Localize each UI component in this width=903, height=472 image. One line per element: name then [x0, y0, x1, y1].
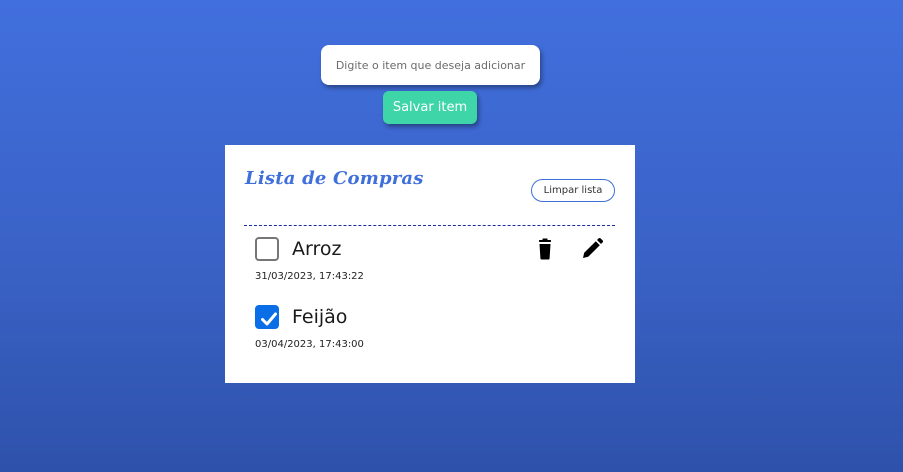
save-item-button[interactable]: Salvar item: [383, 91, 477, 124]
item-checkbox[interactable]: [255, 237, 279, 261]
item-date: 31/03/2023, 17:43:22: [255, 271, 364, 282]
shopping-list-card: Lista de Compras Limpar lista Arroz 31/0…: [225, 145, 635, 383]
item-input[interactable]: [321, 45, 540, 85]
list-item: Feijão 03/04/2023, 17:43:00: [225, 305, 635, 365]
pencil-icon[interactable]: [580, 237, 604, 261]
divider: [244, 225, 615, 226]
trash-icon[interactable]: [533, 237, 557, 261]
item-date: 03/04/2023, 17:43:00: [255, 339, 364, 350]
item-checkbox[interactable]: [255, 305, 279, 329]
list-title: Lista de Compras: [245, 168, 424, 189]
clear-list-button[interactable]: Limpar lista: [531, 179, 615, 202]
item-name: Arroz: [292, 238, 342, 260]
list-item: Arroz 31/03/2023, 17:43:22: [225, 237, 635, 297]
item-name: Feijão: [292, 306, 348, 328]
